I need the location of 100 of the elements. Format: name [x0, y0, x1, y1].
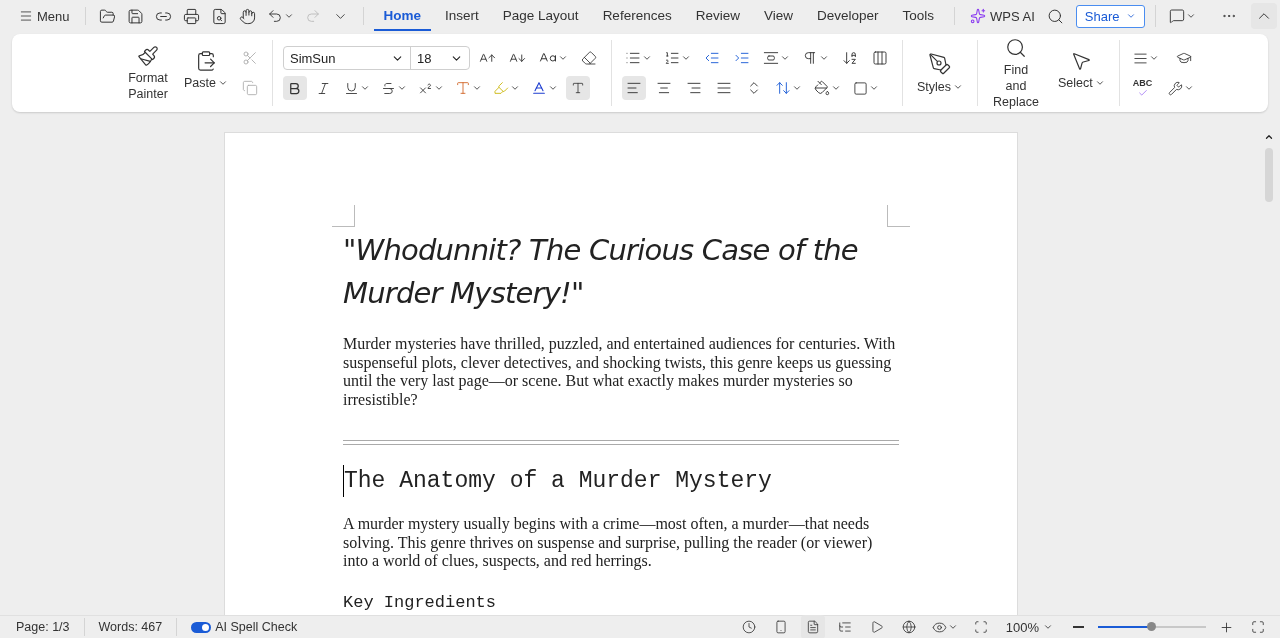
align-center-icon [655, 80, 672, 96]
caret-icon [1043, 622, 1053, 632]
zoom-in-icon [1218, 619, 1234, 635]
menu-button[interactable]: Menu [14, 5, 75, 27]
find-replace-button[interactable]: Find and Replace [988, 34, 1044, 112]
hand-icon [239, 7, 257, 25]
caret-icon [779, 53, 790, 63]
paste-button[interactable]: Paste [180, 48, 232, 93]
menu-icon [19, 9, 33, 23]
cursor-icon [1070, 50, 1093, 72]
text-tools-icon [1132, 50, 1148, 66]
select-button[interactable]: Select [1054, 48, 1109, 93]
document-title: "Whodunnit? The Curious Case of the Murder Mystery!" [343, 232, 859, 312]
underline-icon [343, 80, 359, 96]
comment-icon [1168, 8, 1185, 24]
caret-icon [868, 83, 879, 93]
minus-icon [1072, 626, 1084, 628]
caret-icon [1185, 11, 1196, 21]
wps-ai-button[interactable]: WPS AI [965, 5, 1040, 27]
cut-icon [241, 50, 258, 66]
mobile-view-icon [773, 620, 788, 634]
borders-icon [852, 80, 868, 96]
ribbon-tab[interactable]: Insert [435, 1, 489, 31]
caret-icon [396, 83, 407, 93]
caret-icon [1148, 53, 1159, 63]
ribbon-tab[interactable]: Review [685, 1, 750, 31]
caret-icon [471, 83, 482, 93]
pen-icon [928, 51, 952, 76]
paintbrush-icon [137, 44, 159, 67]
increase-indent-icon [733, 50, 750, 66]
ribbon-tab[interactable]: Developer [806, 1, 889, 31]
caret-icon [818, 53, 829, 63]
page-view-button[interactable] [800, 615, 825, 638]
caret-icon [283, 11, 294, 21]
styles-button[interactable]: Styles [912, 49, 967, 97]
play-icon [869, 620, 884, 634]
print-preview-icon [211, 7, 229, 25]
caret-icon [547, 83, 558, 93]
open-folder-icon [99, 7, 117, 25]
shading-icon [813, 80, 830, 96]
sort-icon [841, 50, 858, 66]
decrease-indent-icon [703, 50, 720, 66]
web-view-icon [901, 620, 916, 634]
scroll-up-icon [1264, 132, 1274, 142]
ribbon-tab[interactable]: Home [373, 1, 432, 31]
spell-check-button[interactable]: ABC [1129, 76, 1156, 100]
body-paragraph: A murder mystery usually begins with a crime—most often, a murder—that needs solving. This genre thrives on suspense and surprise, pulling the reader (or viewer) into a world of clues, suspects, and red herrings. [343, 515, 874, 571]
line-spacing-icon [774, 80, 791, 96]
outline-view-icon [837, 620, 852, 634]
character-shading-button[interactable] [565, 76, 590, 100]
ribbon-tab[interactable]: View [753, 1, 803, 31]
search-icon [1047, 7, 1065, 25]
caret-icon [1094, 78, 1105, 88]
bullets-icon [624, 50, 641, 66]
scrollbar-thumb[interactable] [1265, 148, 1273, 202]
fit-page-icon [973, 620, 988, 634]
search-icon [1005, 36, 1027, 59]
ribbon-tab[interactable]: Page Layout [492, 1, 589, 31]
caret-icon [217, 78, 228, 88]
caret-icon [791, 83, 802, 93]
ribbon-tab[interactable]: References [592, 1, 682, 31]
text-direction-icon [762, 50, 779, 66]
page-count: Page: 1/3 [16, 620, 70, 634]
subsection-heading: Key Ingredients [343, 592, 498, 613]
numbering-icon [663, 50, 680, 66]
columns-icon [871, 50, 888, 66]
ribbon-tab[interactable]: Tools [892, 1, 945, 31]
caret-icon [1184, 83, 1195, 93]
caret-icon [947, 622, 958, 632]
spell-check-toggle[interactable]: AI Spell Check [191, 620, 298, 634]
section-heading: The Anatomy of a Murder Mystery [343, 465, 899, 497]
eye-icon [931, 619, 947, 635]
caret-icon [1125, 11, 1136, 21]
redo-icon [304, 8, 321, 24]
text-effect-icon [454, 80, 471, 96]
corner-mark [332, 205, 355, 227]
caret-icon [509, 83, 520, 93]
zoom-level-button[interactable]: 100% [1000, 616, 1058, 638]
word-count: Words: 467 [98, 620, 163, 634]
caret-icon [641, 53, 652, 63]
align-left-button[interactable] [621, 76, 646, 100]
bold-button[interactable] [282, 76, 307, 100]
align-left-icon [625, 80, 642, 96]
character-shading-icon [570, 81, 585, 95]
wrench-icon [1168, 80, 1184, 96]
align-justify-icon [715, 80, 732, 96]
font-color-icon [530, 80, 547, 96]
caret-icon [557, 53, 568, 63]
copy-icon [241, 80, 258, 96]
caret-icon [830, 83, 841, 93]
undo-icon [266, 8, 283, 24]
zoom-slider-thumb[interactable] [1146, 622, 1156, 631]
format-painter-button[interactable]: Format Painter [122, 42, 174, 104]
fullscreen-icon [1251, 620, 1265, 634]
share-button[interactable]: Share [1075, 4, 1145, 28]
align-right-icon [685, 80, 702, 96]
italic-icon [316, 80, 332, 96]
print-icon [183, 7, 201, 25]
strikethrough-icon [380, 80, 396, 96]
caret-icon [680, 53, 691, 63]
